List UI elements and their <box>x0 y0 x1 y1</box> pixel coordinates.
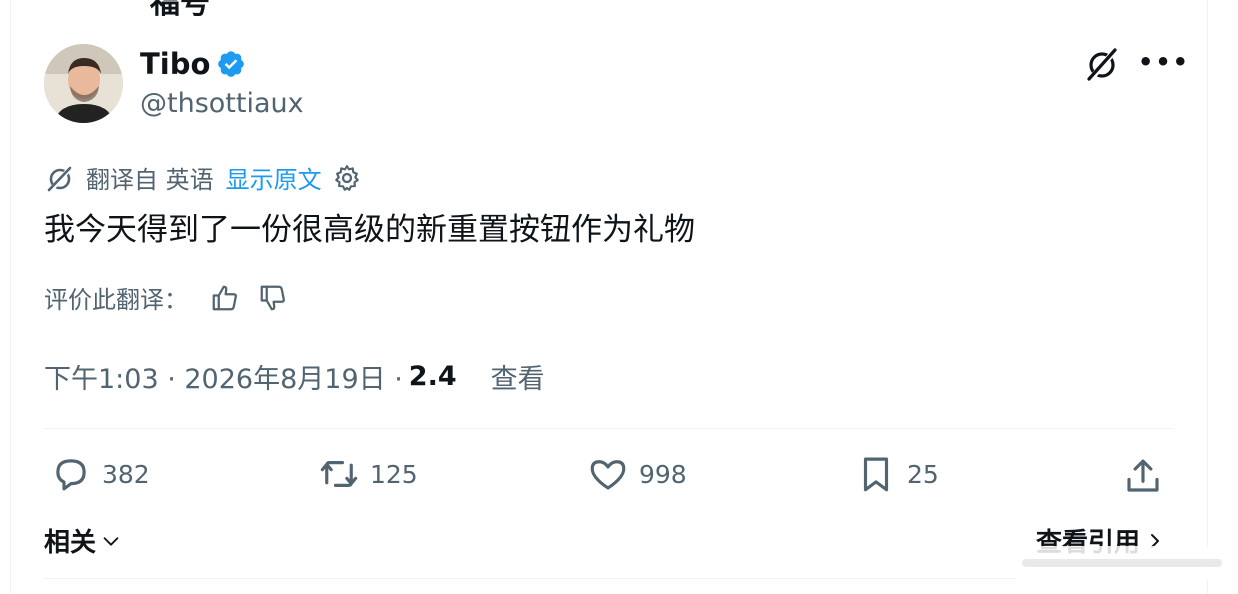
reply-count: 382 <box>102 459 150 489</box>
watermark-overlay <box>1016 546 1228 580</box>
divider <box>44 428 1174 429</box>
share-icon[interactable] <box>1122 455 1164 497</box>
related-toggle[interactable]: 相关 <box>44 522 122 559</box>
thumbs-up-icon[interactable] <box>210 283 240 313</box>
tweet-page: 福号 Tibo @thsottiaux ••• 翻译自 英语 显示原文 我今天得… <box>0 0 1238 594</box>
avatar-image <box>44 44 123 123</box>
view-count: 2.4 <box>408 361 457 392</box>
reply-button[interactable]: 382 <box>50 453 150 495</box>
chevron-down-icon <box>103 536 119 546</box>
like-count: 998 <box>639 459 687 489</box>
translated-from-label: 翻译自 英语 <box>86 166 214 194</box>
author-name[interactable]: Tibo <box>140 47 210 81</box>
tweet-timestamp[interactable]: 下午1:03 · 2026年8月19日 · <box>44 357 403 396</box>
show-original-link[interactable]: 显示原文 <box>226 160 322 195</box>
bookmark-count: 25 <box>907 459 939 489</box>
bookmark-icon <box>863 457 889 492</box>
verified-badge-icon <box>218 51 245 77</box>
gear-icon[interactable] <box>332 163 362 193</box>
avatar[interactable] <box>44 44 123 123</box>
thumbs-down-icon[interactable] <box>258 283 288 313</box>
related-label: 相关 <box>44 528 97 558</box>
views-label: 查看 <box>490 364 545 395</box>
grok-icon[interactable] <box>1082 44 1122 84</box>
translation-bar: 翻译自 英语 显示原文 <box>44 160 362 195</box>
repost-count: 125 <box>370 459 418 489</box>
like-button[interactable]: 998 <box>587 453 687 495</box>
bookmark-button[interactable]: 25 <box>855 453 939 495</box>
divider <box>44 578 1174 579</box>
grok-translate-icon <box>47 164 73 193</box>
repost-button[interactable]: 125 <box>318 453 418 495</box>
author-name-row[interactable]: Tibo <box>140 47 246 81</box>
heart-icon <box>590 460 626 490</box>
author-handle[interactable]: @thsottiaux <box>140 88 304 119</box>
watermark-graphic <box>1022 559 1222 567</box>
tweet-meta: 下午1:03 · 2026年8月19日 · 2.4 查看 <box>44 357 545 396</box>
reply-icon <box>56 459 86 491</box>
tweet-text: 我今天得到了一份很高级的新重置按钮作为礼物 <box>44 212 695 248</box>
more-options-icon[interactable]: ••• <box>1138 50 1188 78</box>
page-heading-cut: 福号 <box>150 0 210 21</box>
rate-translation: 评价此翻译： <box>44 280 288 315</box>
rate-translation-label: 评价此翻译： <box>44 286 188 314</box>
repost-icon <box>320 461 358 487</box>
